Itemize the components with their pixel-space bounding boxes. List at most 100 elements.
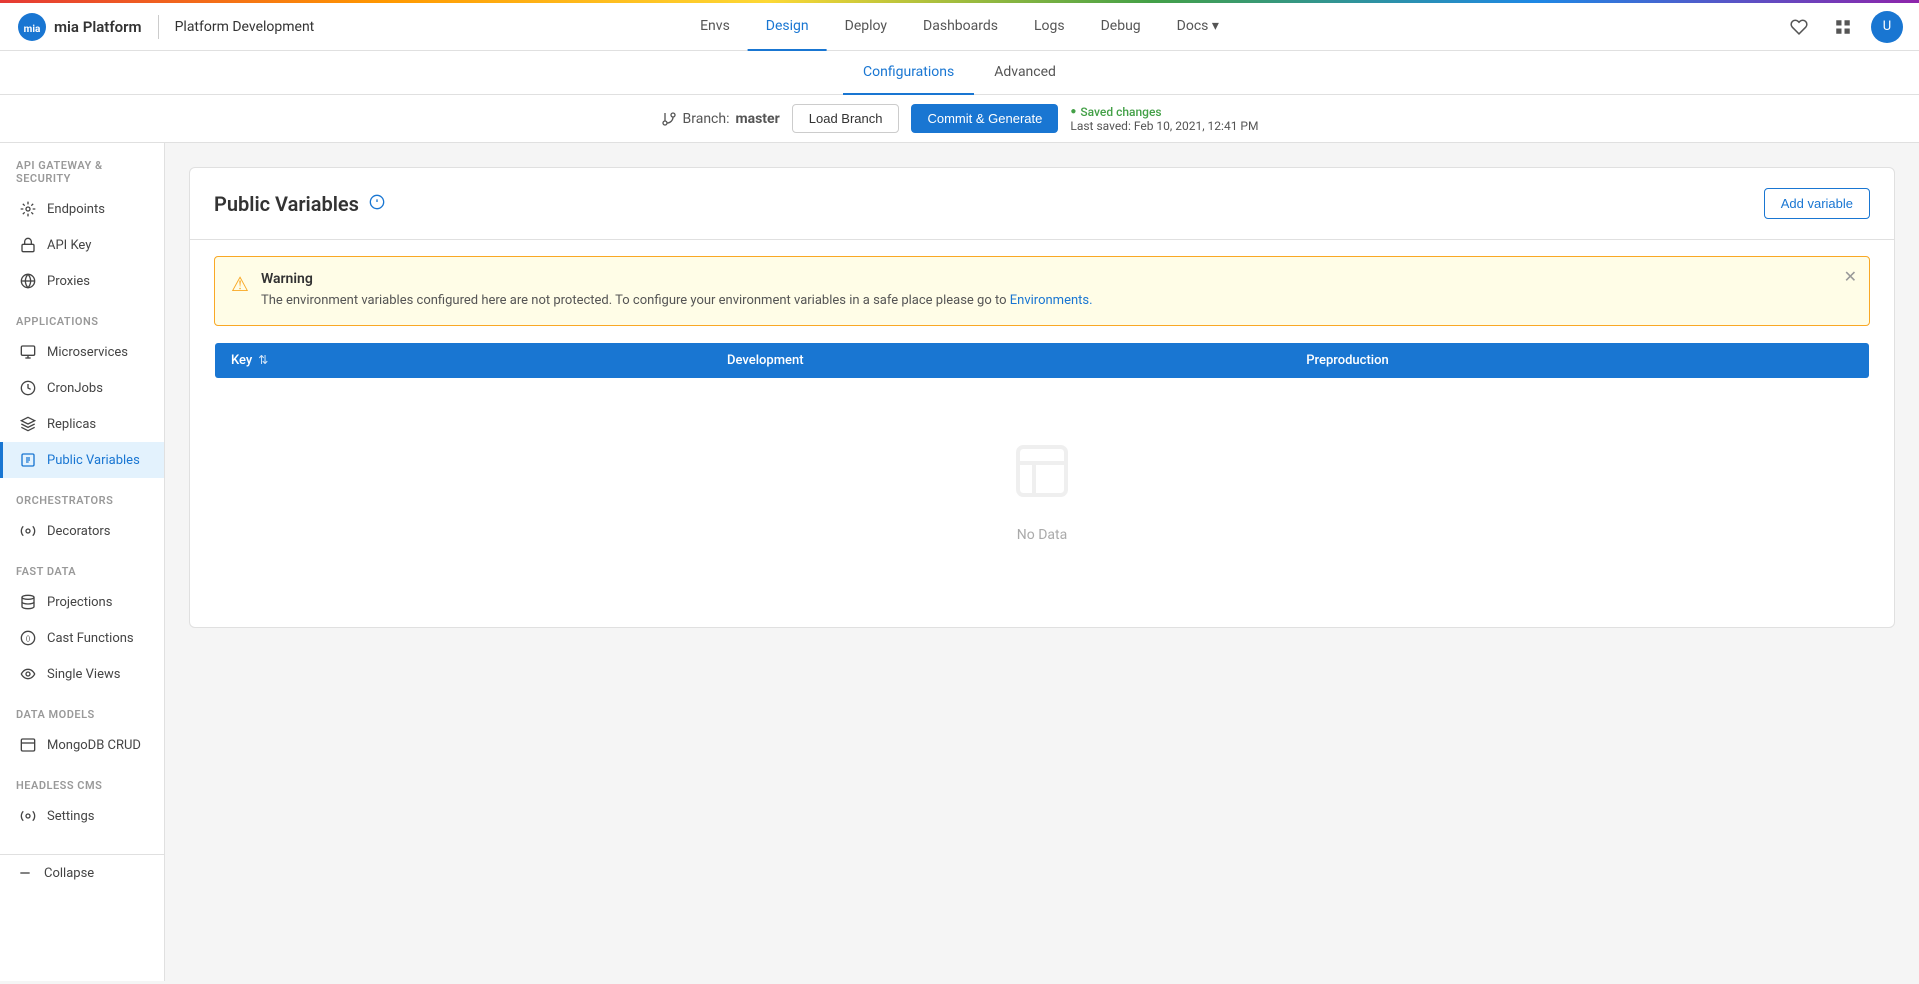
page-title: Public Variables (214, 192, 359, 216)
sidebar-label-cronjobs: CronJobs (47, 381, 103, 396)
sidebar-label-decorators: Decorators (47, 524, 111, 539)
public-variables-icon (19, 451, 37, 469)
last-saved: Last saved: Feb 10, 2021, 12:41 PM (1070, 119, 1258, 133)
commit-generate-button[interactable]: Commit & Generate (911, 104, 1058, 133)
sidebar-label-settings: Settings (47, 809, 94, 824)
no-data-text: No Data (234, 527, 1850, 543)
branch-name: master (736, 111, 780, 127)
proxies-icon (19, 272, 37, 290)
header-divider (158, 15, 159, 39)
sidebar-label-api-key: API Key (47, 238, 91, 253)
page-card: Public Variables Add variable ⚠ Warning … (189, 167, 1895, 628)
section-label-headless-cms: HEADLESS CMS (0, 763, 164, 798)
single-views-icon (19, 665, 37, 683)
no-data-icon (234, 439, 1850, 515)
replicas-icon (19, 415, 37, 433)
sidebar-label-mongodb-crud: MongoDB CRUD (47, 738, 141, 753)
sidebar-label-microservices: Microservices (47, 345, 128, 360)
nav-deploy[interactable]: Deploy (827, 3, 905, 51)
settings-icon (19, 807, 37, 825)
section-label-orchestrators: ORCHESTRATORS (0, 478, 164, 513)
nav-envs[interactable]: Envs (682, 3, 748, 51)
sidebar-collapse-button[interactable]: Collapse (0, 854, 164, 891)
sidebar-section-api-gateway: API GATEWAY & SECURITY Endpoints API Key… (0, 143, 164, 299)
sidebar-item-public-variables[interactable]: Public Variables (0, 442, 164, 478)
sidebar: API GATEWAY & SECURITY Endpoints API Key… (0, 143, 165, 981)
sidebar-item-proxies[interactable]: Proxies (0, 263, 164, 299)
section-label-api-gateway: API GATEWAY & SECURITY (0, 143, 164, 191)
section-label-fast-data: FAST DATA (0, 549, 164, 584)
nav-design[interactable]: Design (748, 3, 827, 51)
sidebar-section-data-models: DATA MODELS MongoDB CRUD (0, 692, 164, 763)
sidebar-item-api-key[interactable]: API Key (0, 227, 164, 263)
tab-configurations[interactable]: Configurations (843, 51, 974, 95)
sidebar-label-public-variables: Public Variables (47, 453, 140, 468)
load-branch-button[interactable]: Load Branch (792, 104, 900, 133)
mongodb-crud-icon (19, 736, 37, 754)
sidebar-item-decorators[interactable]: Decorators (0, 513, 164, 549)
section-label-applications: APPLICATIONS (0, 299, 164, 334)
endpoints-icon (19, 200, 37, 218)
warning-close-button[interactable]: ✕ (1844, 267, 1857, 287)
no-data-state: No Data (214, 379, 1870, 603)
sidebar-item-microservices[interactable]: Microservices (0, 334, 164, 370)
page-title-row: Public Variables (214, 192, 385, 216)
tab-advanced[interactable]: Advanced (974, 51, 1076, 95)
saved-status: Saved changes (1070, 105, 1258, 119)
page-header: Public Variables Add variable (190, 168, 1894, 240)
sidebar-item-cronjobs[interactable]: CronJobs (0, 370, 164, 406)
sidebar-item-replicas[interactable]: Replicas (0, 406, 164, 442)
warning-icon: ⚠ (231, 272, 249, 296)
branch-info: Branch: master (661, 111, 780, 127)
main-layout: API GATEWAY & SECURITY Endpoints API Key… (0, 143, 1919, 981)
sidebar-label-replicas: Replicas (47, 417, 96, 432)
nav-dashboards[interactable]: Dashboards (905, 3, 1016, 51)
sidebar-item-single-views[interactable]: Single Views (0, 656, 164, 692)
column-key: Key ⇅ (215, 342, 712, 378)
svg-text:mia: mia (24, 24, 41, 35)
warning-content: Warning The environment variables config… (261, 271, 1093, 311)
column-preproduction: Preproduction (1290, 342, 1869, 378)
projections-icon (19, 593, 37, 611)
api-key-icon (19, 236, 37, 254)
grid-icon[interactable] (1827, 11, 1859, 43)
saved-info: Saved changes Last saved: Feb 10, 2021, … (1070, 105, 1258, 133)
sort-icon-key[interactable]: ⇅ (258, 353, 268, 367)
notifications-icon[interactable] (1783, 11, 1815, 43)
top-bar: mia mia Platform Platform Development En… (0, 3, 1919, 51)
top-bar-right: U (1783, 11, 1903, 43)
branch-bar: Branch: master Load Branch Commit & Gene… (0, 95, 1919, 143)
collapse-icon (16, 864, 34, 882)
sidebar-item-endpoints[interactable]: Endpoints (0, 191, 164, 227)
sidebar-label-proxies: Proxies (47, 274, 90, 289)
sidebar-item-settings[interactable]: Settings (0, 798, 164, 834)
section-label-data-models: DATA MODELS (0, 692, 164, 727)
sidebar-item-mongodb-crud[interactable]: MongoDB CRUD (0, 727, 164, 763)
warning-banner: ⚠ Warning The environment variables conf… (214, 256, 1870, 326)
add-variable-button[interactable]: Add variable (1764, 188, 1870, 219)
sidebar-label-cast-functions: Cast Functions (47, 631, 134, 646)
collapse-label: Collapse (44, 866, 94, 881)
info-icon[interactable] (369, 194, 385, 214)
nav-debug[interactable]: Debug (1083, 3, 1159, 51)
main-content: Public Variables Add variable ⚠ Warning … (165, 143, 1919, 981)
column-development: Development (711, 342, 1290, 378)
sidebar-item-projections[interactable]: Projections (0, 584, 164, 620)
table-area: Key ⇅ Development Preproduction (190, 342, 1894, 627)
sidebar-label-single-views: Single Views (47, 667, 120, 682)
sidebar-section-headless-cms: HEADLESS CMS Settings (0, 763, 164, 834)
sidebar-label-projections: Projections (47, 595, 112, 610)
microservices-icon (19, 343, 37, 361)
warning-text: The environment variables configured her… (261, 291, 1093, 311)
logo-area: mia mia Platform Platform Development (16, 11, 314, 43)
nav-docs[interactable]: Docs ▾ (1159, 3, 1237, 51)
sidebar-item-cast-functions[interactable]: () Cast Functions (0, 620, 164, 656)
variables-table: Key ⇅ Development Preproduction (214, 342, 1870, 379)
user-avatar[interactable]: U (1871, 11, 1903, 43)
app-name: mia Platform (54, 18, 142, 36)
nav-logs[interactable]: Logs (1016, 3, 1083, 51)
sidebar-section-orchestrators: ORCHESTRATORS Decorators (0, 478, 164, 549)
sidebar-label-endpoints: Endpoints (47, 202, 105, 217)
sidebar-section-applications: APPLICATIONS Microservices CronJobs Repl… (0, 299, 164, 478)
environments-link[interactable]: Environments. (1010, 293, 1093, 308)
